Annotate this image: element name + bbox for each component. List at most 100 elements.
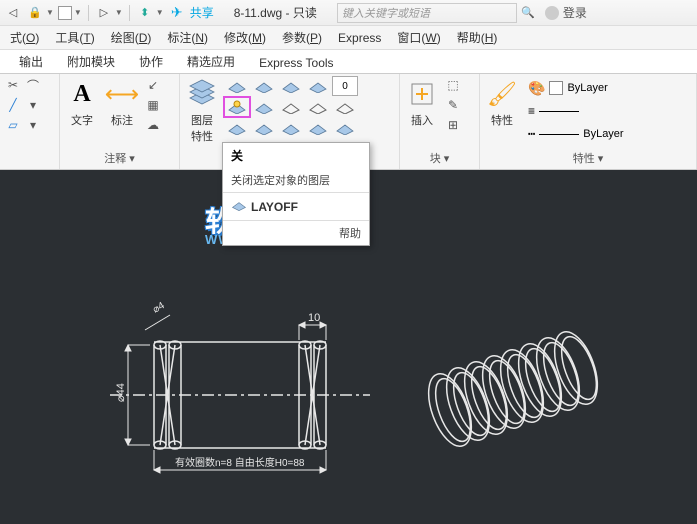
nav-right-icon[interactable]: ▷ <box>95 4 113 22</box>
tab-express[interactable]: Express Tools <box>248 52 344 73</box>
line-icon[interactable]: ╱ <box>4 96 22 114</box>
cut-icon[interactable]: ✂ <box>4 76 22 94</box>
linetype-dropdown[interactable]: ┅ ByLayer <box>528 124 624 144</box>
brush-icon: 🖌 <box>486 78 518 110</box>
layer-tool-icon[interactable] <box>278 118 304 138</box>
dimension-icon: ⟷ <box>106 78 138 110</box>
chevron-down-icon[interactable]: ▼ <box>115 8 123 17</box>
tab-featured[interactable]: 精选应用 <box>176 49 246 73</box>
tooltip-command-text: LAYOFF <box>251 200 298 214</box>
swatch-icon[interactable] <box>58 6 72 20</box>
panel-draw: ✂ ⌒ ╱ ▾ ▱ ▾ <box>0 74 60 169</box>
bylayer-label: ByLayer <box>567 82 607 94</box>
layer-swatch[interactable]: 0 <box>332 76 358 96</box>
cloud-icon[interactable]: ☁ <box>144 116 162 134</box>
lock-icon[interactable]: 🔒 <box>26 4 44 22</box>
layer-tools-grid: 0 <box>224 76 358 138</box>
menu-express[interactable]: Express <box>332 29 387 47</box>
menu-dim[interactable]: 标注(N) <box>161 27 214 48</box>
box-icon[interactable]: ▱ <box>4 116 22 134</box>
layer-tool-icon[interactable] <box>224 76 250 96</box>
color-wheel-icon: 🎨 <box>528 80 545 97</box>
chevron-down-icon[interactable]: ▼ <box>46 8 54 17</box>
filter-icon[interactable]: ⬍ <box>136 4 154 22</box>
login-button[interactable]: 登录 <box>545 4 587 21</box>
dim-10: 10 <box>308 312 320 324</box>
chevron-down-icon[interactable]: ▼ <box>156 8 164 17</box>
insert-label: 插入 <box>411 112 433 128</box>
layer-off-tooltip: 关 关闭选定对象的图层 LAYOFF 帮助 <box>222 142 370 246</box>
menu-format[interactable]: 式(O) <box>4 27 45 48</box>
annotate-extra: ↙ ▦ ☁ <box>144 76 162 134</box>
tooltip-help[interactable]: 帮助 <box>223 221 369 245</box>
layer-tool-icon[interactable] <box>278 76 304 96</box>
tab-collab[interactable]: 协作 <box>128 49 174 73</box>
color-swatch <box>549 81 563 95</box>
panel-annotate: A 文字 ⟷ 标注 ↙ ▦ ☁ 注释 ▾ <box>60 74 180 169</box>
arc-icon[interactable]: ⌒ <box>24 76 42 94</box>
layer-tool-icon[interactable] <box>305 76 331 96</box>
dimension-button[interactable]: ⟷ 标注 <box>104 76 140 130</box>
match-props-button[interactable]: 🖌 特性 <box>484 76 520 130</box>
layer-tool-icon[interactable] <box>251 97 277 117</box>
line-sample <box>539 111 579 112</box>
layer-tool-icon[interactable] <box>332 97 358 117</box>
panel-title <box>4 153 55 167</box>
attr-icon[interactable]: ⊞ <box>444 116 462 134</box>
menu-draw[interactable]: 绘图(D) <box>105 27 158 48</box>
tooltip-title: 关 <box>223 143 369 168</box>
layer-tool-icon[interactable] <box>332 118 358 138</box>
layer-tool-icon[interactable] <box>278 97 304 117</box>
text-button[interactable]: A 文字 <box>64 76 100 130</box>
menu-help[interactable]: 帮助(H) <box>451 27 504 48</box>
ribbon-tabbar: 输出 附加模块 协作 精选应用 Express Tools <box>0 50 697 74</box>
panel-title-props[interactable]: 特性 ▾ <box>484 149 692 167</box>
share-icon[interactable]: ✈ <box>168 4 186 22</box>
layer-tool-icon[interactable] <box>305 118 331 138</box>
lineweight-dropdown[interactable]: ≡ <box>528 101 624 121</box>
tab-output[interactable]: 输出 <box>8 49 54 73</box>
layer-properties-button[interactable]: 图层 特性 <box>184 76 220 146</box>
layer-stack-icon <box>186 78 218 110</box>
nav-left-icon[interactable]: ◁ <box>4 4 22 22</box>
tooltip-command: LAYOFF <box>223 193 369 221</box>
layer-tool-icon[interactable] <box>251 76 277 96</box>
edit-block-icon[interactable]: ✎ <box>444 96 462 114</box>
tab-addons[interactable]: 附加模块 <box>56 49 126 73</box>
layer-off-button[interactable] <box>224 97 250 117</box>
search-input[interactable]: 键入关键字或短语 <box>337 3 517 23</box>
search-icon[interactable]: 🔍 <box>519 4 537 22</box>
props-rows: 🎨 ByLayer ≡ ┅ ByLayer <box>528 76 624 144</box>
menu-window[interactable]: 窗口(W) <box>391 27 446 48</box>
panel-properties: 🖌 特性 🎨 ByLayer ≡ ┅ ByLayer <box>480 74 697 169</box>
chevron-down-icon[interactable]: ▾ <box>24 116 42 134</box>
quick-access-toolbar: ◁ 🔒 ▼ ▼ ▷ ▼ ⬍ ▼ ✈ 共享 <box>4 4 214 22</box>
create-block-icon[interactable]: ⬚ <box>444 76 462 94</box>
titlebar: ◁ 🔒 ▼ ▼ ▷ ▼ ⬍ ▼ ✈ 共享 8-11.dwg - 只读 键入关键字… <box>0 0 697 26</box>
layer-tool-icon[interactable] <box>305 97 331 117</box>
chevron-down-icon[interactable]: ▾ <box>24 96 42 114</box>
menu-modify[interactable]: 修改(M) <box>218 27 272 48</box>
share-label[interactable]: 共享 <box>190 4 214 21</box>
layer-properties-label: 图层 特性 <box>191 112 213 144</box>
match-props-label: 特性 <box>491 112 513 128</box>
layer-tool-icon[interactable] <box>224 118 250 138</box>
table-icon[interactable]: ▦ <box>144 96 162 114</box>
tooltip-desc: 关闭选定对象的图层 <box>223 168 369 193</box>
dim-d44: ⌀44 <box>115 383 127 402</box>
panel-block: 插入 ⬚ ✎ ⊞ 块 ▾ <box>400 74 480 169</box>
menu-tools[interactable]: 工具(T) <box>49 27 100 48</box>
layer-tool-icon[interactable] <box>251 118 277 138</box>
insert-button[interactable]: 插入 <box>404 76 440 130</box>
layer-off-icon <box>231 199 247 214</box>
panel-title-annotate[interactable]: 注释 ▾ <box>64 149 175 167</box>
menu-param[interactable]: 参数(P) <box>276 27 328 48</box>
bylayer-label: ByLayer <box>583 128 623 140</box>
leader-icon[interactable]: ↙ <box>144 76 162 94</box>
color-dropdown[interactable]: 🎨 ByLayer <box>528 78 624 98</box>
panel-title-block[interactable]: 块 ▾ <box>404 149 475 167</box>
separator <box>129 5 130 21</box>
line-sample <box>539 134 579 135</box>
chevron-down-icon[interactable]: ▼ <box>74 8 82 17</box>
document-title: 8-11.dwg - 只读 <box>234 4 317 21</box>
